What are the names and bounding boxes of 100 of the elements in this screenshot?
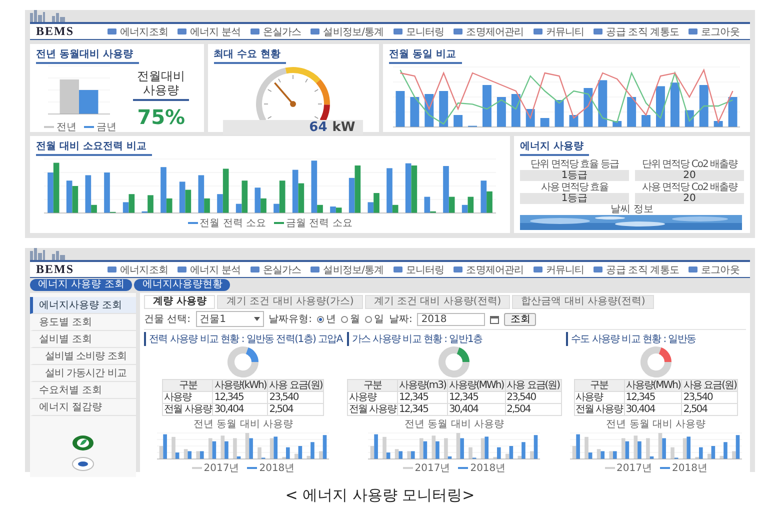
calendar-icon[interactable] bbox=[490, 314, 500, 324]
sidebar-item[interactable]: 에너지 절감량 bbox=[30, 399, 136, 416]
menu-item[interactable]: 에너지조회 bbox=[107, 262, 168, 276]
radio-option[interactable]: 일 bbox=[364, 312, 384, 326]
window-icon bbox=[453, 28, 464, 36]
legend-item: 2017년 bbox=[604, 461, 652, 475]
chart-bar bbox=[627, 96, 636, 126]
menu-item[interactable]: 조명제어관리 bbox=[453, 24, 524, 38]
oval-icon[interactable] bbox=[72, 457, 94, 471]
menu-item[interactable]: 커뮤니티 bbox=[532, 262, 584, 276]
stat-value: 20 bbox=[635, 193, 744, 204]
menu-item[interactable]: 설비정보/통계 bbox=[310, 262, 384, 276]
menu-item[interactable]: 설비정보/통계 bbox=[310, 24, 384, 38]
sidebar-item[interactable]: 수요처별 조회 bbox=[30, 382, 136, 399]
stat-label: 단위 면적당 Co2 배출량 bbox=[642, 159, 737, 170]
table-cell: 12,345 bbox=[398, 392, 448, 404]
menu-item[interactable]: 온실가스 bbox=[250, 262, 302, 276]
window-icon bbox=[593, 266, 604, 274]
menu-item[interactable]: 로그아웃 bbox=[688, 262, 740, 276]
table-cell: 사용량(m3) bbox=[398, 380, 448, 392]
stat-label: 단위 면적당 효율 등급 bbox=[530, 159, 618, 170]
window-icon bbox=[310, 28, 320, 36]
table-cell: 전월 사용량 bbox=[347, 404, 398, 416]
menu-item[interactable]: 에너지 분석 bbox=[177, 24, 241, 38]
chart-bar bbox=[598, 80, 608, 126]
leaf-icon[interactable] bbox=[72, 435, 94, 451]
section-title: 가스 사용량 비교 현황 : 일반1층 bbox=[346, 332, 482, 346]
chart-bar bbox=[396, 90, 405, 126]
stat-label: 사용 면적당 Co2 배출량 bbox=[642, 182, 737, 193]
building-select[interactable]: 건물1 bbox=[196, 311, 264, 327]
section-title: 전력 사용량 비교 현황 : 일반동 전력(1층) 고압A bbox=[144, 332, 342, 346]
table-cell: 구분 bbox=[574, 380, 624, 392]
radio-option[interactable]: 월 bbox=[340, 312, 360, 326]
tab[interactable]: 계량 사용량 bbox=[144, 295, 216, 309]
table-cell: 전월 사용량 bbox=[162, 404, 213, 416]
field-label: 날짜유형: bbox=[268, 313, 312, 326]
chart-bar bbox=[728, 96, 738, 126]
table-cell: 사용량 bbox=[162, 392, 213, 404]
chart-title: 전년 동월 대비 사용량 bbox=[404, 418, 504, 431]
sidebar-item[interactable]: 설비별 조회 bbox=[30, 331, 136, 348]
search-button[interactable]: 조회 bbox=[504, 312, 536, 326]
gauge-reading: 64 kW bbox=[223, 120, 364, 135]
panel-title: 전년 동월대비 사용량 bbox=[36, 47, 139, 64]
table-cell: 전월 사용량 bbox=[574, 404, 624, 416]
table-cell: 사용량 bbox=[347, 392, 398, 404]
table-cell: 사용량 bbox=[574, 392, 624, 404]
table-cell: 30,404 bbox=[624, 404, 682, 416]
table-cell: 2,504 bbox=[268, 404, 324, 416]
table-cell: 12,345 bbox=[398, 404, 448, 416]
menu-item[interactable]: 온실가스 bbox=[250, 24, 302, 38]
chart-bar bbox=[714, 120, 723, 126]
table-cell: 2,504 bbox=[682, 404, 738, 416]
menu-item[interactable]: 조명제어관리 bbox=[453, 262, 524, 276]
legend-item: 금월 전력 소요 bbox=[274, 216, 352, 230]
sidebar-item[interactable]: 용도별 조회 bbox=[30, 314, 136, 331]
menu-item[interactable]: 에너지 분석 bbox=[177, 262, 241, 276]
breadcrumb-pill[interactable]: 에너지 사용량 조회 bbox=[30, 279, 132, 291]
window-icon bbox=[310, 266, 320, 274]
chart-bar bbox=[642, 114, 650, 126]
menu-item[interactable]: 로그아웃 bbox=[688, 24, 740, 38]
chart-bar bbox=[482, 84, 492, 126]
window-icon bbox=[250, 266, 260, 274]
chart-bar bbox=[540, 118, 550, 126]
sidebar-item[interactable]: 설비별 소비량 조회 bbox=[30, 348, 136, 365]
table-cell: 구분 bbox=[347, 380, 398, 392]
menu-item[interactable]: 공급 조직 계통도 bbox=[593, 24, 679, 38]
table-cell: 23,540 bbox=[682, 392, 738, 404]
table-cell: 12,345 bbox=[212, 392, 268, 404]
menu-item[interactable]: 모니터링 bbox=[392, 24, 444, 38]
breadcrumb-pill[interactable]: 에너지사용량현황 bbox=[134, 279, 230, 291]
stat-label: 사용 면적당 효율 bbox=[540, 182, 608, 193]
chart-bar bbox=[670, 82, 680, 126]
table-cell: 23,540 bbox=[505, 392, 562, 404]
panel-title: 에너지 사용량 bbox=[520, 139, 590, 156]
logo-text: BEMS bbox=[36, 24, 76, 39]
tab[interactable]: 합산금액 대비 사용량(전력) bbox=[512, 295, 654, 309]
sidebar-item[interactable]: 설비 가동시간 비교 bbox=[30, 365, 136, 382]
tab[interactable]: 계기 조건 대비 사용량(가스) bbox=[217, 295, 363, 309]
field-label: 날짜: bbox=[388, 313, 412, 326]
window-icon bbox=[532, 266, 543, 274]
window-icon bbox=[392, 28, 403, 36]
tab[interactable]: 계기 조건 대비 사용량(전력) bbox=[364, 295, 510, 309]
sidebar-item[interactable]: 에너지사용량 조회 bbox=[30, 297, 136, 314]
legend-item: 2017년 bbox=[402, 461, 450, 475]
radio-option[interactable]: 년 bbox=[316, 312, 336, 326]
field-label: 건물 선택: bbox=[144, 313, 191, 326]
chart-bar bbox=[584, 88, 593, 126]
menu-item[interactable]: 커뮤니티 bbox=[532, 24, 584, 38]
legend-item: 2017년 bbox=[192, 461, 240, 475]
figure-caption: < 에너지 사용량 모니터링> bbox=[284, 486, 476, 505]
window-icon bbox=[107, 266, 117, 274]
window-icon bbox=[177, 28, 188, 36]
weather-label: 날씨 정보 bbox=[609, 204, 655, 215]
table-cell: 30,404 bbox=[212, 404, 268, 416]
window-icon bbox=[532, 28, 543, 36]
date-field[interactable]: 2018 bbox=[417, 312, 486, 326]
menu-item[interactable]: 모니터링 bbox=[392, 262, 444, 276]
menu-item[interactable]: 에너지조회 bbox=[107, 24, 168, 38]
callout-title: 전월대비 사용량 bbox=[133, 68, 190, 102]
menu-item[interactable]: 공급 조직 계통도 bbox=[593, 262, 679, 276]
